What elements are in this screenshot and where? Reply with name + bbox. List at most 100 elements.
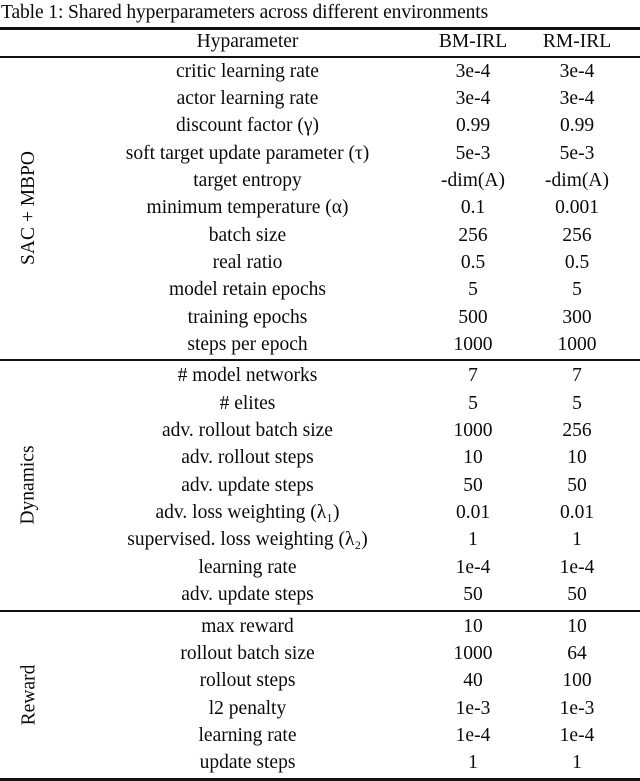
row-value-bm-irl: 1e-3 <box>455 697 491 719</box>
column-header-param: Hyparameter <box>196 31 299 52</box>
table-row: l2 penalty 1e-3 1e-3 <box>0 695 640 722</box>
row-param-name: discount factor (γ) <box>176 115 319 137</box>
row-value-bm-irl: 1000 <box>453 642 493 664</box>
table-row: learning rate 1e-4 1e-4 <box>0 722 640 749</box>
row-value-bm-irl: 0.5 <box>460 251 486 273</box>
row-value-bm-irl: 1000 <box>453 334 493 355</box>
section-label-text: SAC + MBPO <box>18 150 40 265</box>
table-row: soft target update parameter (τ) 5e-3 5e-3 <box>0 140 640 167</box>
table-row: critic learning rate 3e-4 3e-4 <box>0 58 640 85</box>
row-param-name: batch size <box>208 224 287 246</box>
row-value-bm-irl: 0.01 <box>455 502 491 524</box>
row-param-name: adv. update steps <box>181 584 314 606</box>
row-value-bm-irl: 256 <box>458 224 488 246</box>
row-value-rm-irl: 1e-4 <box>559 556 595 578</box>
row-value-bm-irl: 5 <box>468 279 478 301</box>
row-param-name: rollout steps <box>199 670 296 692</box>
row-param-name: update steps <box>199 752 296 774</box>
row-value-rm-irl: 0.99 <box>559 115 595 137</box>
row-value-rm-irl: 5e-3 <box>559 142 595 164</box>
column-header-rm-irl: RM-IRL <box>542 31 612 52</box>
table-row: learning rate 1e-4 1e-4 <box>0 554 640 581</box>
row-value-bm-irl: 1e-4 <box>455 724 491 746</box>
row-value-rm-irl: 0.5 <box>564 251 590 273</box>
table-row: target entropy -dim(A) -dim(A) <box>0 167 640 194</box>
row-param-name: adv. loss weighting (λ₁) <box>155 502 340 524</box>
row-value-bm-irl: 1 <box>468 752 478 774</box>
row-param-name: minimum temperature (α) <box>146 197 349 219</box>
row-value-rm-irl: 1e-4 <box>559 724 595 746</box>
row-param-name: target entropy <box>193 169 302 191</box>
row-param-name: rollout batch size <box>180 642 315 664</box>
row-param-name: soft target update parameter (τ) <box>125 142 370 164</box>
row-value-bm-irl: 10 <box>463 615 483 637</box>
row-value-rm-irl: 300 <box>562 306 592 328</box>
row-param-name: # elites <box>219 392 276 414</box>
row-value-rm-irl: 50 <box>567 584 587 606</box>
row-param-name: supervised. loss weighting (λ₂) <box>127 529 368 551</box>
table-row: steps per epoch 1000 1000 <box>0 331 640 358</box>
row-value-bm-irl: 50 <box>463 584 483 606</box>
row-value-rm-irl: 50 <box>567 474 587 496</box>
row-value-rm-irl: 3e-4 <box>559 60 595 82</box>
row-param-name: training epochs <box>187 306 308 328</box>
section-label-dynamics: Dynamics <box>0 362 58 608</box>
table-row: model retain epochs 5 5 <box>0 276 640 303</box>
row-value-rm-irl: 7 <box>572 365 582 387</box>
table-header-row: Hyparameter BM-IRL RM-IRL <box>0 28 640 55</box>
table-row: adv. update steps 50 50 <box>0 472 640 499</box>
row-value-bm-irl: 5e-3 <box>455 142 491 164</box>
table-row: rollout steps 40 100 <box>0 667 640 694</box>
table-caption: Table 1: Shared hyperparameters across d… <box>1 2 489 23</box>
section-label-text: Reward <box>18 664 39 725</box>
row-param-name: real ratio <box>212 251 283 273</box>
row-param-name: actor learning rate <box>176 87 319 109</box>
table-bottom-rule <box>0 777 640 781</box>
row-param-name: adv. rollout steps <box>181 447 314 469</box>
section-label-sac-mbpo: SAC + MBPO <box>0 58 58 359</box>
table-row: minimum temperature (α) 0.1 0.001 <box>0 194 640 221</box>
row-value-rm-irl: 64 <box>567 642 587 664</box>
row-value-bm-irl: 3e-4 <box>455 60 491 82</box>
row-value-rm-irl: 1 <box>572 752 582 774</box>
row-value-rm-irl: 1 <box>572 529 582 551</box>
row-value-rm-irl: 5 <box>572 392 582 414</box>
section-label-reward: Reward <box>0 613 58 777</box>
row-value-bm-irl: 0.99 <box>455 115 491 137</box>
row-param-name: model retain epochs <box>168 279 327 301</box>
row-param-name: learning rate <box>198 724 297 746</box>
table-row: rollout batch size 1000 64 <box>0 640 640 667</box>
row-value-bm-irl: 1 <box>468 529 478 551</box>
column-header-bm-irl: BM-IRL <box>438 31 508 52</box>
row-value-bm-irl: 1000 <box>453 420 493 442</box>
table-row: # model networks 7 7 <box>0 362 640 389</box>
row-value-bm-irl: 1e-4 <box>455 556 491 578</box>
row-value-rm-irl: 3e-4 <box>559 87 595 109</box>
table-section-rule <box>0 359 640 362</box>
row-value-bm-irl: 500 <box>458 306 488 328</box>
table-row: supervised. loss weighting (λ₂) 1 1 <box>0 526 640 553</box>
row-param-name: adv. update steps <box>181 474 314 496</box>
row-value-rm-irl: 0.01 <box>559 502 595 524</box>
row-value-rm-irl: 1e-3 <box>559 697 595 719</box>
table-row: real ratio 0.5 0.5 <box>0 249 640 276</box>
table-row: discount factor (γ) 0.99 0.99 <box>0 112 640 139</box>
row-param-name: steps per epoch <box>187 334 308 355</box>
row-value-bm-irl: -dim(A) <box>441 169 505 191</box>
row-value-bm-irl: 5 <box>468 392 478 414</box>
table-row: actor learning rate 3e-4 3e-4 <box>0 85 640 112</box>
row-value-rm-irl: 10 <box>567 447 587 469</box>
row-value-rm-irl: 100 <box>562 670 592 692</box>
table-row: update steps 1 1 <box>0 749 640 776</box>
row-value-bm-irl: 40 <box>463 670 483 692</box>
row-value-rm-irl: 0.001 <box>555 197 599 219</box>
table-section-rule <box>0 609 640 612</box>
row-value-rm-irl: -dim(A) <box>545 169 609 191</box>
section-label-text: Dynamics <box>18 445 40 525</box>
row-value-rm-irl: 1000 <box>557 334 597 355</box>
table-row: adv. loss weighting (λ₁) 0.01 0.01 <box>0 499 640 526</box>
row-value-bm-irl: 10 <box>463 447 483 469</box>
table-row: adv. rollout batch size 1000 256 <box>0 417 640 444</box>
row-param-name: learning rate <box>198 556 297 578</box>
row-value-rm-irl: 256 <box>562 224 592 246</box>
